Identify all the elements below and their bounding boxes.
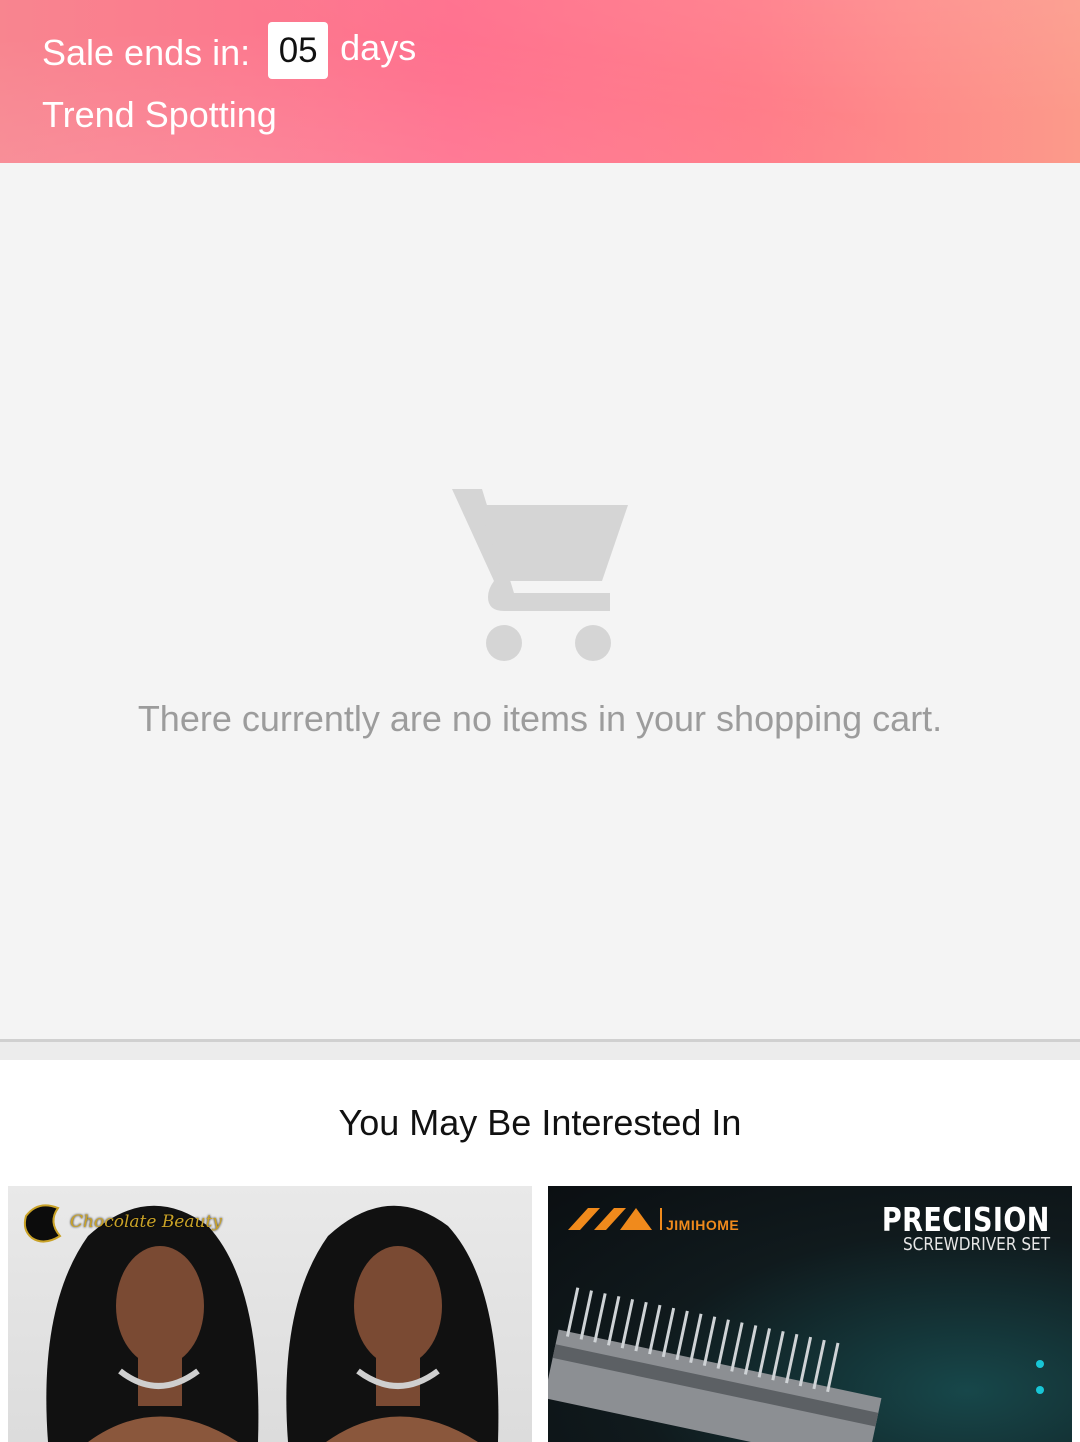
empty-cart-area: There currently are no items in your sho… (0, 163, 1080, 1040)
empty-cart-message: There currently are no items in your sho… (137, 698, 943, 739)
shopping-cart-icon (452, 489, 628, 661)
sale-countdown: Sale ends in: 05 days (42, 22, 416, 79)
product-card[interactable]: JIMIHOME PRECISION SCREWDRIVER SET (548, 1186, 1072, 1442)
countdown-unit: days (340, 26, 417, 68)
recommendations-title: You May Be Interested In (338, 1102, 742, 1143)
sale-banner[interactable]: Sale ends in: 05 days Trend Spotting (0, 0, 1080, 163)
product-brand-logo: Chocolate Beauty (70, 1212, 222, 1232)
sale-label: Sale ends in: (42, 31, 251, 73)
product-card[interactable]: Chocolate Beauty (8, 1186, 532, 1442)
countdown-days-box: 05 (268, 22, 329, 79)
product-brand-logo: JIMIHOME (666, 1217, 740, 1233)
section-spacer (0, 1042, 1080, 1060)
banner-subtitle: Trend Spotting (42, 94, 277, 135)
product-subheadline: SCREWDRIVER SET (902, 1234, 1050, 1255)
